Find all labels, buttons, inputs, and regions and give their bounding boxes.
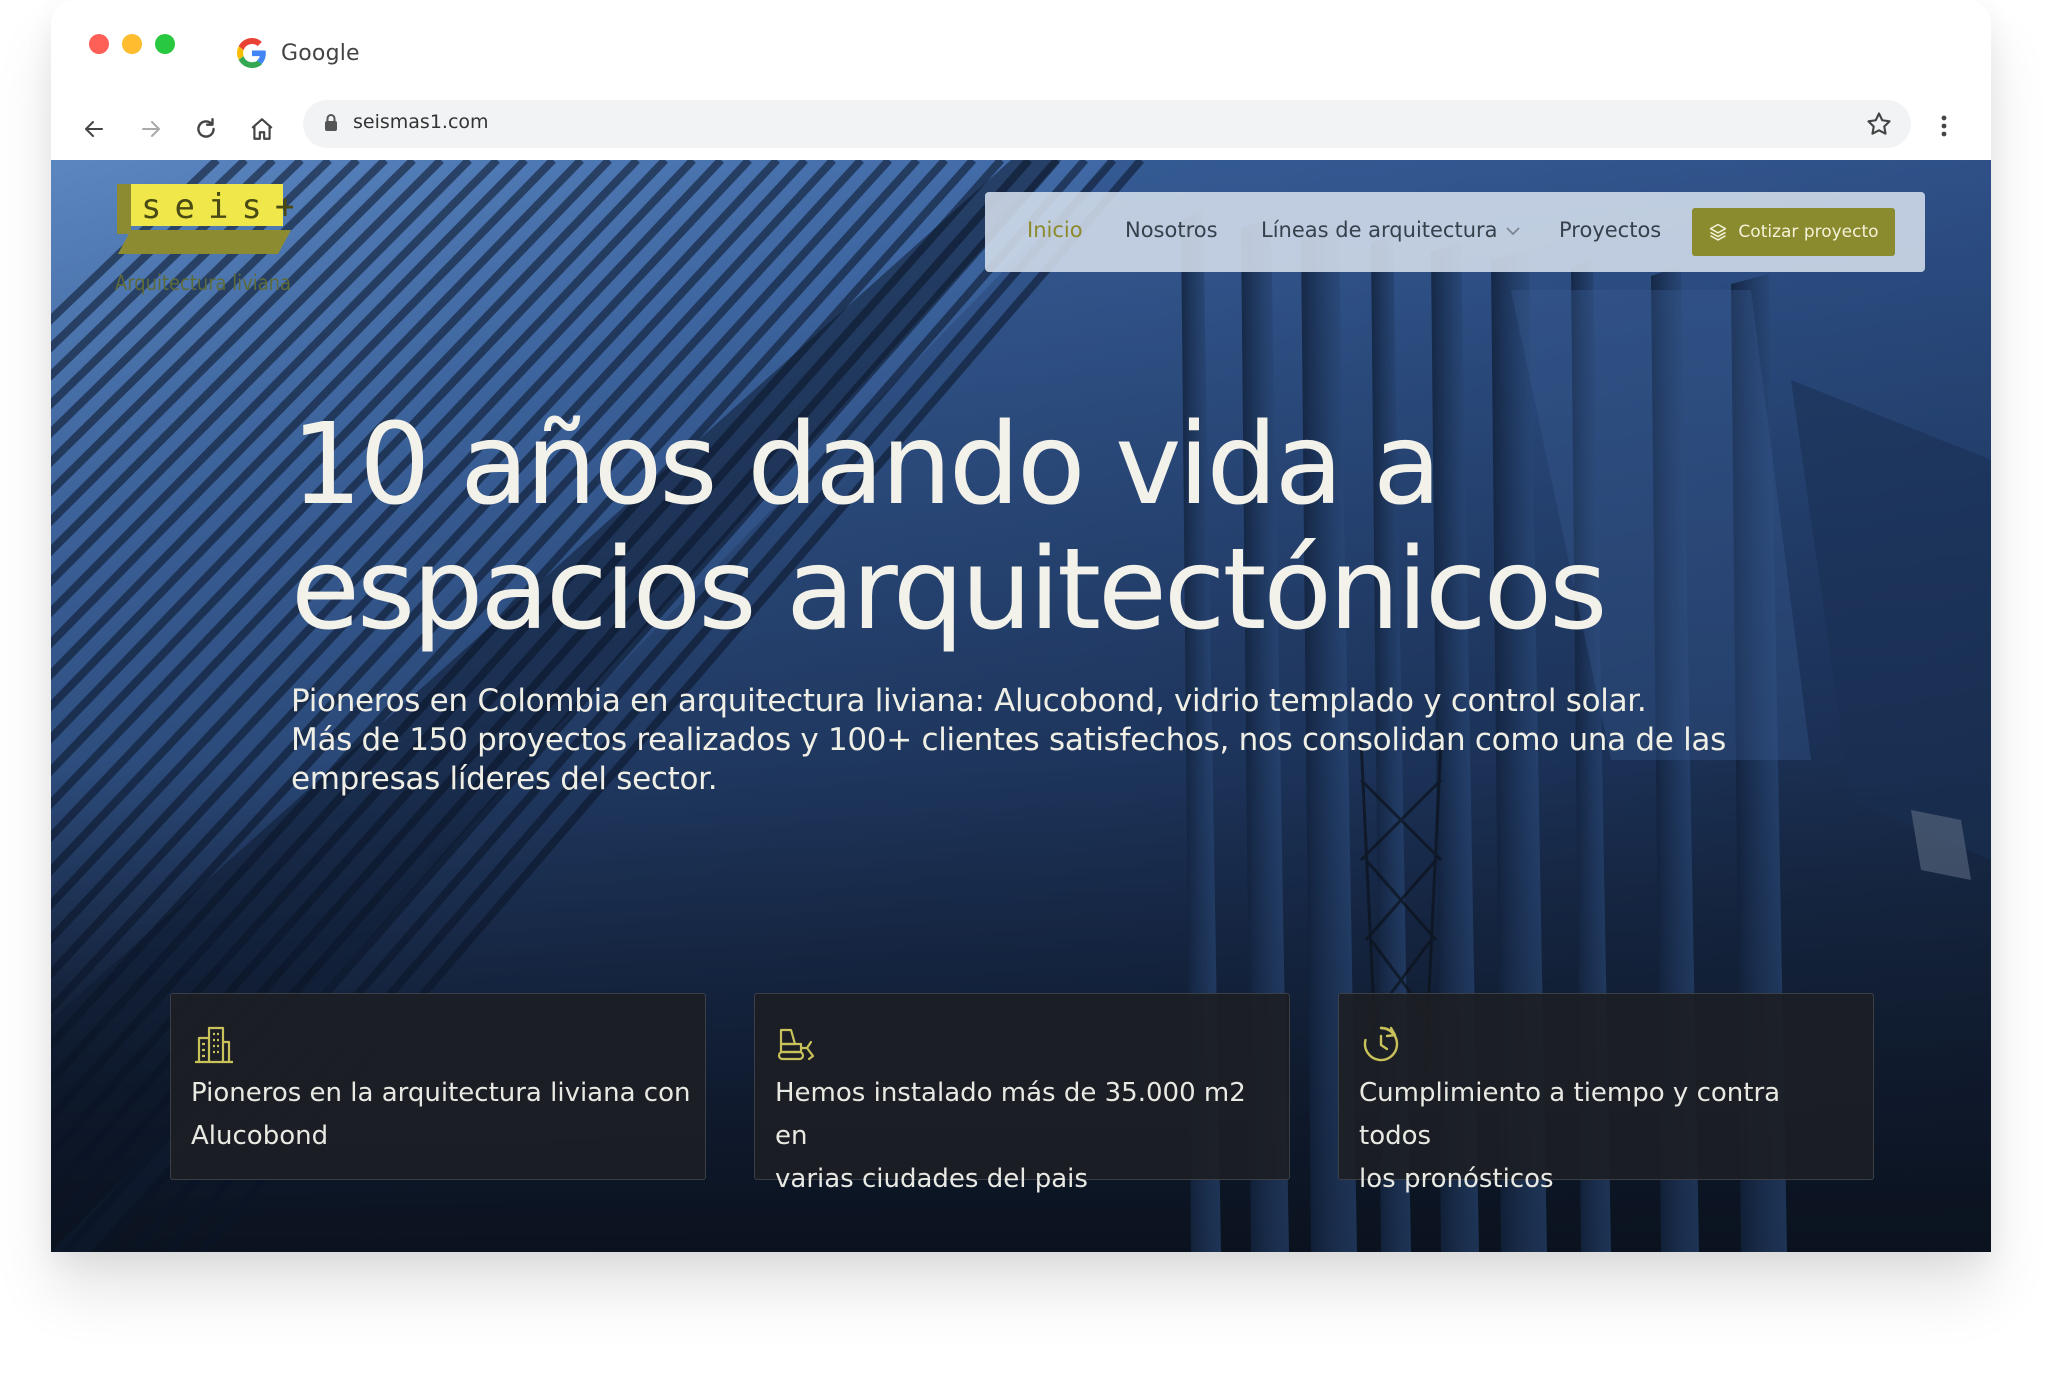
cotizar-proyecto-button[interactable]: Cotizar proyecto [1692,208,1895,256]
feature-card-cumplimiento: Cumplimiento a tiempo y contra todos los … [1338,993,1874,1194]
nav-proyectos[interactable]: Proyectos [1559,218,1661,242]
feature-line: Hemos instalado más de 35.000 m2 en [775,1078,1246,1151]
logo-tagline: Arquitectura liviana [115,271,291,295]
feature-card-pioneros: Pioneros en la arquitectura liviana con A… [170,993,706,1180]
feature-text: Cumplimiento a tiempo y contra todos los … [1359,1072,1859,1201]
reload-icon [197,118,215,138]
back-button[interactable] [73,108,115,150]
reload-button[interactable] [185,108,227,150]
google-icon [237,38,266,68]
hero-subtitle-line-2: Más de 150 proyectos realizados y 100+ c… [291,722,1726,758]
feature-card-instalaciones: Hemos instalado más de 35.000 m2 en varia… [754,993,1290,1194]
title-bar: Google [51,0,1991,98]
arrow-right-icon [142,121,160,137]
web-page: seis+ Arquitectura liviana Inicio Nosotr… [51,160,1991,1252]
logo-brand-text: seis+ [141,187,293,227]
nav-inicio[interactable]: Inicio [1027,218,1083,242]
lock-icon [323,113,339,137]
forward-button[interactable] [130,108,172,150]
home-button[interactable] [241,108,283,150]
close-window-button[interactable] [89,34,109,54]
address-bar[interactable]: seismas1.com [303,100,1911,148]
maximize-window-button[interactable] [155,34,175,54]
feature-line: los pronósticos [1359,1164,1554,1194]
tab-title: Google [281,40,360,66]
hero-title-line-1: 10 años dando vida a [291,400,1441,530]
bookmark-star-icon[interactable] [1865,110,1893,142]
feature-text: Hemos instalado más de 35.000 m2 en varia… [775,1072,1275,1201]
main-navigation: Inicio Nosotros Líneas de arquitectura P… [985,192,1925,272]
clock-history-icon [1363,1026,1399,1062]
logo-shape [117,184,131,234]
browser-window: Google seismas1.com seis+ Arquitectura l… [51,0,1991,1252]
arrow-left-icon [85,121,103,137]
browser-tab[interactable]: Google [237,36,360,70]
layers-icon [1710,223,1727,241]
bulldozer-icon [777,1028,815,1061]
hero-subtitle: Pioneros en Colombia en arquitectura liv… [291,682,1851,799]
feature-line: Alucobond [191,1121,329,1151]
browser-menu-button[interactable] [1929,108,1959,144]
nav-lineas-de-arquitectura[interactable]: Líneas de arquitectura [1261,218,1520,242]
feature-line: Pioneros en la arquitectura liviana con [191,1078,691,1108]
feature-line: Cumplimiento a tiempo y contra todos [1359,1078,1781,1151]
hero-subtitle-line-1: Pioneros en Colombia en arquitectura liv… [291,683,1647,719]
nav-lineas-label: Líneas de arquitectura [1261,218,1498,242]
chevron-down-icon [1505,227,1520,236]
hero-title: 10 años dando vida a espacios arquitectó… [291,403,1891,653]
cta-label: Cotizar proyecto [1738,222,1879,242]
url-text[interactable]: seismas1.com [353,111,489,133]
more-vertical-icon [1941,115,1947,137]
feature-line: varias ciudades del pais [775,1164,1088,1194]
feature-text: Pioneros en la arquitectura liviana con A… [191,1072,691,1158]
hero-title-line-2: espacios arquitectónicos [291,525,1607,655]
nav-nosotros[interactable]: Nosotros [1125,218,1218,242]
logo-shape [118,230,291,254]
minimize-window-button[interactable] [122,34,142,54]
building-icon [195,1026,233,1064]
hero-subtitle-line-3: empresas líderes del sector. [291,761,718,797]
site-logo[interactable]: seis+ Arquitectura liviana [113,182,295,302]
home-icon [251,118,273,140]
